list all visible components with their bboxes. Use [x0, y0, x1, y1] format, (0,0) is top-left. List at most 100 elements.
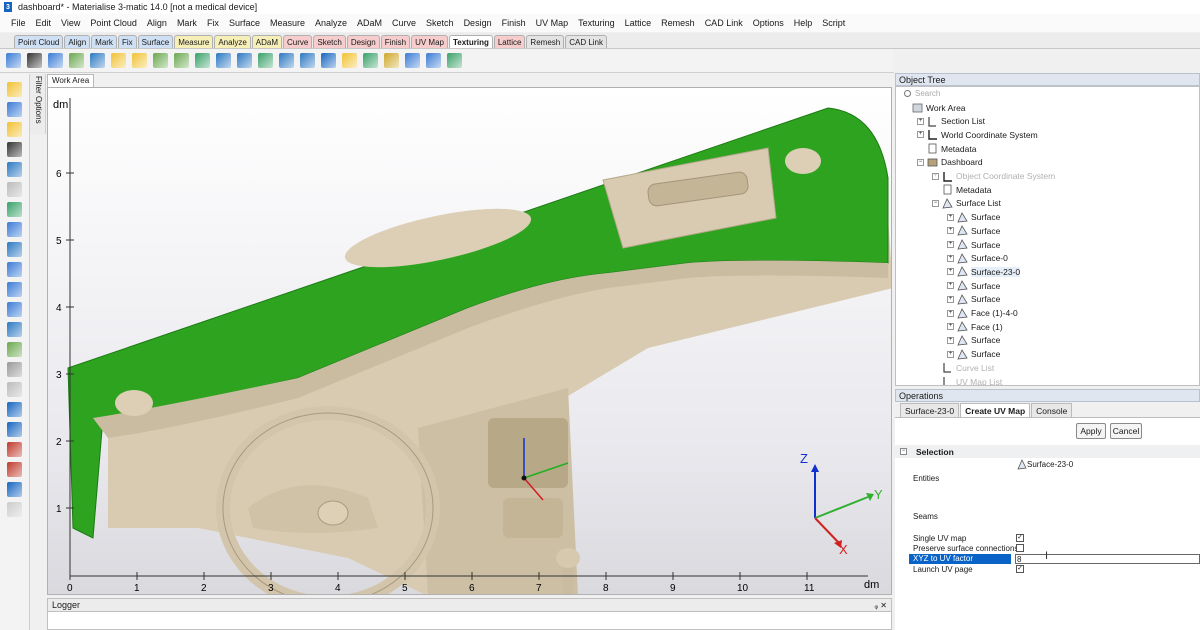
- tree-node[interactable]: + Face (1): [947, 320, 1003, 333]
- menu-item-curve[interactable]: Curve: [387, 18, 421, 28]
- menu-item-align[interactable]: Align: [142, 18, 172, 28]
- ribbon-tab-sketch[interactable]: Sketch: [313, 35, 346, 48]
- work-area-tab[interactable]: Work Area: [47, 74, 95, 87]
- tree-node[interactable]: + Surface-23-0: [947, 265, 1021, 278]
- ribbon-tab-measure[interactable]: Measure: [174, 35, 214, 48]
- expand-toggle-icon[interactable]: +: [917, 131, 924, 139]
- tree-node[interactable]: Metadata: [917, 142, 976, 155]
- ribbon-tab-texturing[interactable]: Texturing: [448, 35, 493, 48]
- view-triad[interactable]: Z Y X: [800, 451, 883, 557]
- operations-tab-console[interactable]: Console: [1031, 403, 1073, 417]
- left-tool-icon[interactable]: [7, 482, 22, 497]
- tree-node[interactable]: + Object Coordinate System: [932, 170, 1055, 183]
- factor-input[interactable]: 8: [1015, 554, 1200, 564]
- ribbon-tab-adam[interactable]: ADaM: [251, 35, 283, 48]
- tree-node[interactable]: + Surface: [947, 224, 1000, 237]
- toolbar-tool-icon[interactable]: [195, 53, 210, 68]
- left-tool-icon[interactable]: [7, 182, 22, 197]
- ribbon-tab-fix[interactable]: Fix: [117, 35, 137, 48]
- toolbar-tool-icon[interactable]: [279, 53, 294, 68]
- left-tool-icon[interactable]: [7, 102, 22, 117]
- toolbar-tool-icon[interactable]: [6, 53, 21, 68]
- collapse-icon[interactable]: −: [900, 448, 907, 455]
- menu-item-texturing[interactable]: Texturing: [573, 18, 620, 28]
- left-tool-icon[interactable]: [7, 222, 22, 237]
- tree-node[interactable]: UV Map List: [932, 375, 1002, 385]
- menu-item-measure[interactable]: Measure: [265, 18, 310, 28]
- toolbar-tool-icon[interactable]: [258, 53, 273, 68]
- ribbon-tab-design[interactable]: Design: [346, 35, 380, 48]
- tree-node[interactable]: + World Coordinate System: [917, 128, 1038, 141]
- left-tool-icon[interactable]: [7, 402, 22, 417]
- toolbar-tool-icon[interactable]: [237, 53, 252, 68]
- expand-toggle-icon[interactable]: +: [947, 282, 954, 290]
- expand-toggle-icon[interactable]: −: [932, 199, 939, 207]
- menu-item-finish[interactable]: Finish: [497, 18, 531, 28]
- toolbar-tool-icon[interactable]: [48, 53, 63, 68]
- ribbon-tab-finish[interactable]: Finish: [380, 35, 411, 48]
- menu-item-lattice[interactable]: Lattice: [620, 18, 657, 28]
- tree-node[interactable]: − Dashboard: [917, 156, 983, 169]
- menu-item-sketch[interactable]: Sketch: [421, 18, 459, 28]
- toolbar-tool-icon[interactable]: [321, 53, 336, 68]
- ribbon-tab-remesh[interactable]: Remesh: [526, 35, 565, 48]
- left-tool-icon[interactable]: [7, 122, 22, 137]
- expand-toggle-icon[interactable]: +: [917, 117, 924, 125]
- tree-node[interactable]: − Surface List: [932, 197, 1001, 210]
- toolbar-tool-icon[interactable]: [153, 53, 168, 68]
- left-tool-icon[interactable]: [7, 362, 22, 377]
- expand-toggle-icon[interactable]: +: [947, 254, 954, 262]
- menu-item-cad-link[interactable]: CAD Link: [700, 18, 748, 28]
- menu-item-analyze[interactable]: Analyze: [310, 18, 352, 28]
- menu-item-script[interactable]: Script: [817, 18, 850, 28]
- left-tool-icon[interactable]: [7, 82, 22, 97]
- expand-toggle-icon[interactable]: +: [947, 213, 954, 221]
- operations-tab-surface-23-0[interactable]: Surface-23-0: [900, 403, 960, 417]
- ribbon-tab-cad-link[interactable]: CAD Link: [565, 35, 608, 48]
- toolbar-tool-icon[interactable]: [27, 53, 42, 68]
- preserve-checkbox[interactable]: [1016, 544, 1024, 552]
- entities-value[interactable]: Surface-23-0: [1017, 459, 1073, 470]
- menu-item-remesh[interactable]: Remesh: [656, 18, 700, 28]
- toolbar-tool-icon[interactable]: [300, 53, 315, 68]
- expand-toggle-icon[interactable]: +: [932, 172, 939, 180]
- expand-toggle-icon[interactable]: +: [947, 323, 954, 331]
- tree-node[interactable]: + Face (1)-4-0: [947, 307, 1018, 320]
- toolbar-tool-icon[interactable]: [363, 53, 378, 68]
- ribbon-tab-uv-map[interactable]: UV Map: [411, 35, 448, 48]
- selection-section-header[interactable]: − Selection: [895, 445, 1200, 458]
- left-tool-icon[interactable]: [7, 282, 22, 297]
- left-tool-icon[interactable]: [7, 502, 22, 517]
- menu-item-point-cloud[interactable]: Point Cloud: [85, 18, 142, 28]
- toolbar-tool-icon[interactable]: [216, 53, 231, 68]
- menu-item-help[interactable]: Help: [789, 18, 818, 28]
- expand-toggle-icon[interactable]: +: [947, 268, 954, 276]
- left-tool-icon[interactable]: [7, 302, 22, 317]
- tree-node[interactable]: Work Area: [902, 101, 966, 114]
- toolbar-tool-icon[interactable]: [90, 53, 105, 68]
- toolbar-tool-icon[interactable]: [384, 53, 399, 68]
- tree-node[interactable]: + Surface: [947, 334, 1000, 347]
- ribbon-tab-curve[interactable]: Curve: [283, 35, 313, 48]
- menu-item-adam[interactable]: ADaM: [352, 18, 387, 28]
- tree-node[interactable]: + Surface: [947, 211, 1000, 224]
- menu-item-surface[interactable]: Surface: [224, 18, 265, 28]
- left-tool-icon[interactable]: [7, 242, 22, 257]
- menu-item-design[interactable]: Design: [459, 18, 497, 28]
- expand-toggle-icon[interactable]: +: [947, 227, 954, 235]
- operations-tab-create-uv-map[interactable]: Create UV Map: [960, 403, 1031, 417]
- toolbar-tool-icon[interactable]: [111, 53, 126, 68]
- tree-node[interactable]: + Surface: [947, 348, 1000, 361]
- menu-item-fix[interactable]: Fix: [202, 18, 224, 28]
- toolbar-tool-icon[interactable]: [342, 53, 357, 68]
- expand-toggle-icon[interactable]: +: [947, 295, 954, 303]
- cancel-button[interactable]: Cancel: [1110, 423, 1142, 439]
- left-tool-icon[interactable]: [7, 382, 22, 397]
- ribbon-tab-point-cloud[interactable]: Point Cloud: [14, 35, 64, 48]
- menu-item-file[interactable]: File: [6, 18, 31, 28]
- single-uv-checkbox[interactable]: ✓: [1016, 534, 1024, 542]
- tree-node[interactable]: + Surface: [947, 238, 1000, 251]
- left-tool-icon[interactable]: [7, 142, 22, 157]
- toolbar-tool-icon[interactable]: [69, 53, 84, 68]
- left-tool-icon[interactable]: [7, 422, 22, 437]
